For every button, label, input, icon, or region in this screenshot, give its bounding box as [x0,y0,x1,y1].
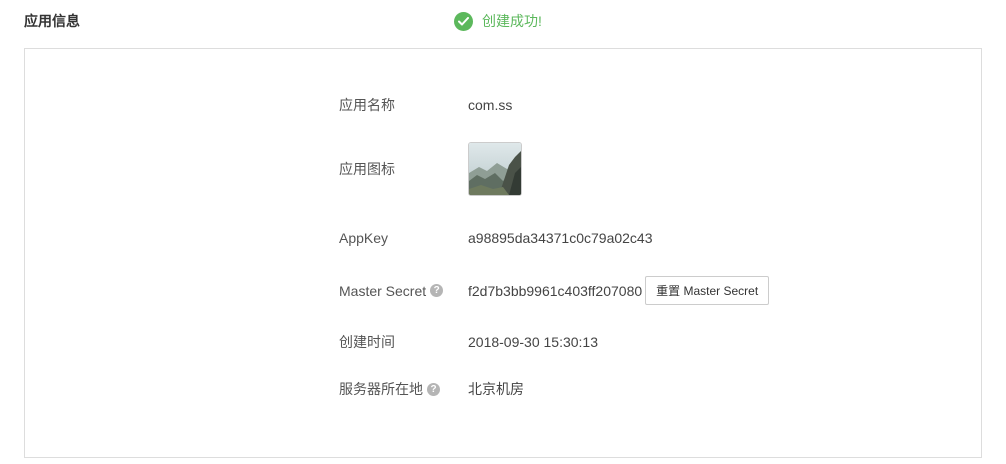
check-circle-icon [454,11,473,31]
question-mark-icon[interactable]: ? [430,284,444,297]
row-app-icon: 应用图标 [339,142,522,196]
appkey-value: a98895da34371c0c79a02c43 [468,230,653,246]
row-app-name: 应用名称 com.ss [339,95,512,115]
server-location-label: 服务器所在地 ? [339,379,468,399]
created-time-value: 2018-09-30 15:30:13 [468,334,598,350]
app-icon-label: 应用图标 [339,161,395,177]
master-secret-label: Master Secret ? [339,283,468,299]
app-icon-image [468,142,522,196]
question-mark-icon[interactable]: ? [427,382,440,396]
created-time-label: 创建时间 [339,334,395,350]
reset-master-secret-button[interactable]: 重置 Master Secret [645,276,770,305]
appkey-label: AppKey [339,230,389,246]
row-server-location: 服务器所在地 ? 北京机房 [339,379,524,399]
server-location-value: 北京机房 [468,381,524,397]
app-name-label: 应用名称 [339,97,395,113]
app-info-page: 应用信息 创建成功! 应用名称 com.ss 应用图标 AppKey a9889… [0,0,1006,464]
toast-message: 创建成功! [482,13,542,29]
master-secret-value: f2d7b3bb9961c403ff207080 [468,282,643,299]
row-created-time: 创建时间 2018-09-30 15:30:13 [339,332,598,352]
app-name-value: com.ss [468,97,513,113]
row-master-secret: Master Secret ? f2d7b3bb9961c403ff207080… [339,276,770,305]
success-toast: 创建成功! [454,11,542,31]
page-title: 应用信息 [24,13,80,29]
mountain-landscape-icon [468,142,522,196]
row-appkey: AppKey a98895da34371c0c79a02c43 [339,228,653,248]
